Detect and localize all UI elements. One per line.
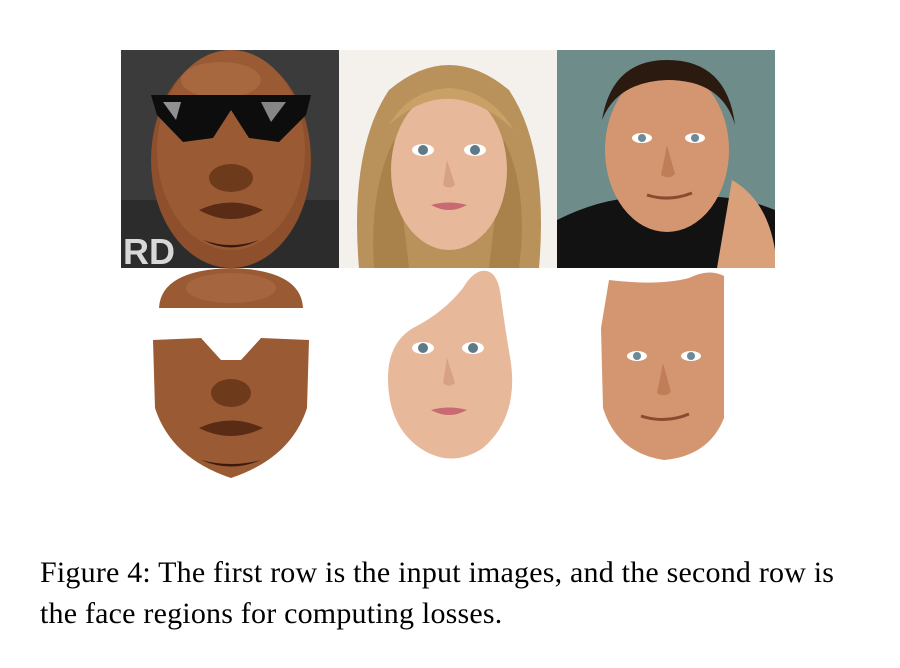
input-image-man-turtleneck	[557, 50, 775, 268]
figure: RD	[121, 50, 775, 480]
background-lettering: RD	[123, 231, 175, 268]
figure-caption: Figure 4: The first row is the input ima…	[40, 556, 835, 630]
face-region-man-sunglasses	[151, 268, 311, 480]
face-region-blonde-woman	[383, 268, 523, 463]
input-image-man-sunglasses: RD	[121, 50, 339, 268]
face-region-man-turtleneck	[599, 268, 729, 463]
input-image-blonde-woman	[339, 50, 557, 268]
